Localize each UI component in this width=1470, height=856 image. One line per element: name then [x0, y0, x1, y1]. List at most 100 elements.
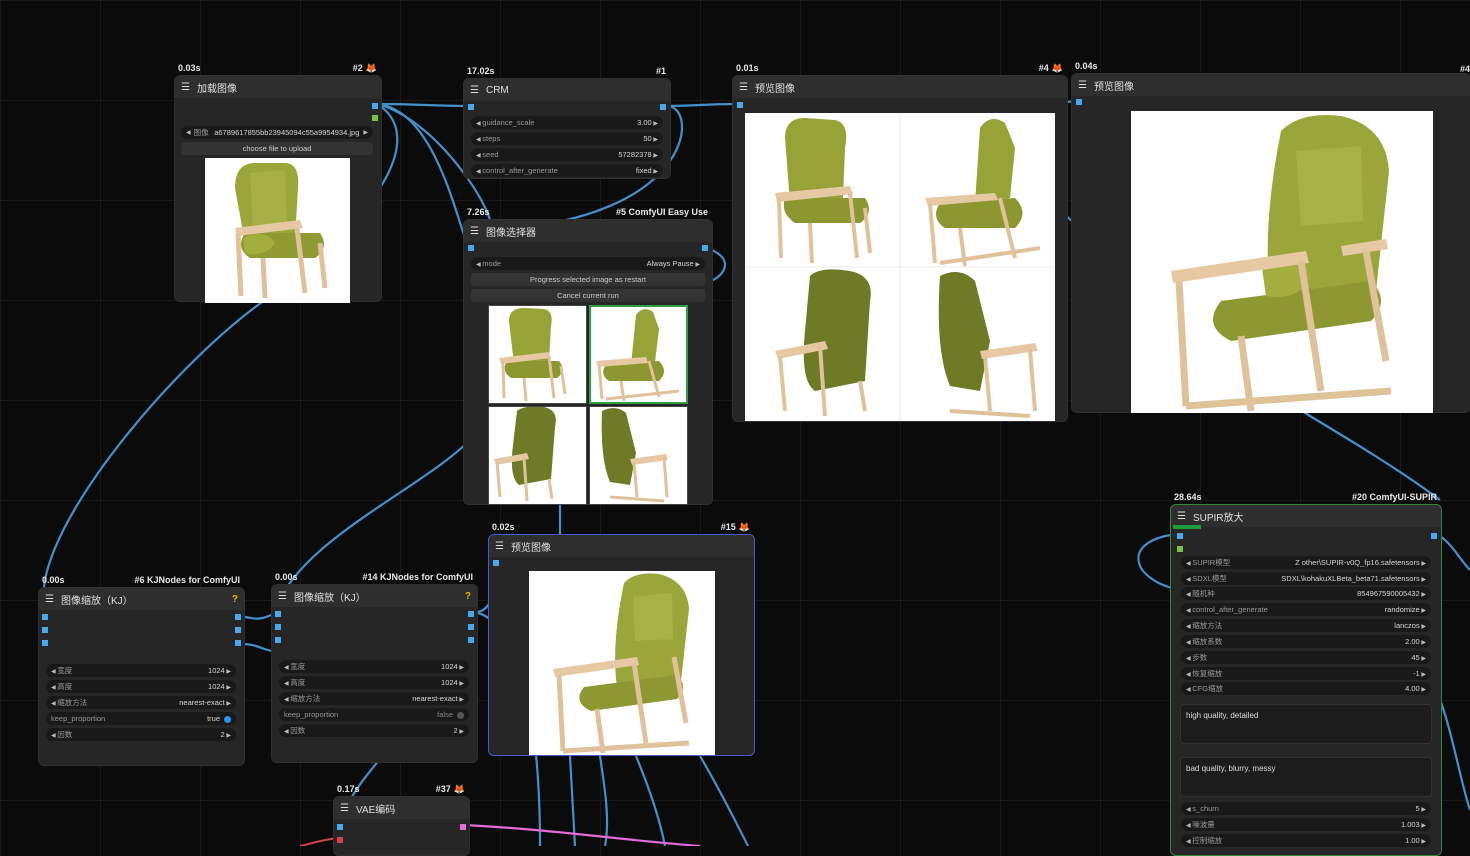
arrow-right-icon[interactable]: ▶	[1420, 640, 1426, 646]
width-widget[interactable]: ◀ 宽度 1024 ▶	[279, 660, 469, 673]
output-port-width[interactable]	[235, 627, 241, 633]
arrow-right-icon[interactable]: ▶	[1420, 608, 1426, 614]
output-port-height[interactable]	[468, 637, 474, 643]
preview-image-node-grid[interactable]: 0.01s #4 🦊 ☰ 预览图像	[732, 63, 1068, 422]
seed-widget[interactable]: ◀ 随机种 854967590005432 ▶	[1181, 587, 1431, 600]
arrow-right-icon[interactable]: ▶	[1420, 624, 1426, 630]
help-icon[interactable]: ?	[465, 591, 471, 602]
load-image-node[interactable]: 0.03s #2 🦊 ☰ 加载图像 ◀ 图像 a6789617855bb23945…	[174, 63, 382, 303]
node-header[interactable]: ☰ 加载图像	[175, 76, 381, 98]
upscale-method-widget[interactable]: ◀ 缩放方法 nearest-exact ▶	[46, 696, 236, 709]
hamburger-menu-icon[interactable]: ☰	[1078, 80, 1087, 91]
node-header[interactable]: ☰ 预览图像	[1072, 74, 1470, 96]
hamburger-menu-icon[interactable]: ☰	[278, 591, 287, 602]
output-port-images[interactable]	[702, 245, 708, 251]
cancel-run-button[interactable]: Cancel current run	[471, 289, 705, 302]
node-header[interactable]: ☰ 图像选择器	[464, 220, 712, 242]
hamburger-menu-icon[interactable]: ☰	[340, 803, 349, 814]
input-port-3[interactable]	[275, 637, 281, 643]
arrow-right-icon[interactable]: ▶	[458, 697, 464, 703]
arrow-right-icon[interactable]: ▶	[1420, 592, 1426, 598]
input-port-pixels[interactable]	[337, 824, 343, 830]
hamburger-menu-icon[interactable]: ☰	[739, 82, 748, 93]
hamburger-menu-icon[interactable]: ☰	[1177, 511, 1186, 522]
hamburger-menu-icon[interactable]: ☰	[45, 594, 54, 605]
arrow-right-icon[interactable]: ▶	[1420, 577, 1426, 583]
arrow-right-icon[interactable]: ▶	[363, 129, 368, 136]
control-after-generate-widget[interactable]: ◀ control_after_generate randomize ▶	[1181, 603, 1431, 616]
arrow-right-icon[interactable]: ▶	[652, 153, 658, 159]
input-port-2[interactable]	[275, 624, 281, 630]
width-widget[interactable]: ◀ 宽度 1024 ▶	[46, 664, 236, 677]
arrow-right-icon[interactable]: ▶	[225, 701, 231, 707]
output-port-mask[interactable]	[372, 115, 378, 121]
seed-widget[interactable]: ◀ seed 57282378 ▶	[471, 148, 663, 161]
input-port-image[interactable]	[468, 104, 474, 110]
arrow-right-icon[interactable]: ▶	[652, 121, 658, 127]
arrow-right-icon[interactable]: ▶	[458, 729, 464, 735]
hamburger-menu-icon[interactable]: ☰	[181, 82, 190, 93]
guidance-scale-widget[interactable]: ◀ guidance_scale 3.00 ▶	[471, 116, 663, 129]
arrow-right-icon[interactable]: ▶	[1420, 656, 1426, 662]
positive-prompt-textarea[interactable]: high quality, detailed	[1180, 704, 1432, 744]
input-port-2[interactable]	[42, 627, 48, 633]
arrow-right-icon[interactable]: ▶	[458, 681, 464, 687]
height-widget[interactable]: ◀ 高度 1024 ▶	[279, 676, 469, 689]
input-port-images[interactable]	[737, 102, 743, 108]
preview-image-node-large[interactable]: 0.04s ☰ 预览图像	[1071, 61, 1470, 413]
toggle-off-icon[interactable]	[457, 711, 464, 719]
sdxl-model-widget[interactable]: ◀ SDXL模型 SDXL\kohakuXLBeta_beta71.safete…	[1181, 572, 1431, 585]
output-port-width[interactable]	[468, 624, 474, 630]
mode-combo[interactable]: ◀ mode Always Pause ▶	[471, 257, 705, 270]
toggle-on-icon[interactable]	[224, 715, 231, 723]
steps-widget[interactable]: ◀ 步数 45 ▶	[1181, 651, 1431, 664]
keep-proportion-toggle[interactable]: keep_proportion false	[279, 708, 469, 721]
arrow-right-icon[interactable]: ▶	[1420, 807, 1426, 813]
arrow-right-icon[interactable]: ▶	[1420, 839, 1426, 845]
s-churn-widget[interactable]: ◀ s_churn 5 ▶	[1181, 802, 1431, 815]
hamburger-menu-icon[interactable]: ☰	[470, 85, 479, 96]
selector-thumb-3[interactable]	[488, 406, 587, 505]
steps-widget[interactable]: ◀ steps 50 ▶	[471, 132, 663, 145]
arrow-right-icon[interactable]: ▶	[1420, 561, 1426, 567]
arrow-right-icon[interactable]: ▶	[652, 169, 658, 175]
noise-amount-widget[interactable]: ◀ 噪波量 1.003 ▶	[1181, 818, 1431, 831]
supir-model-widget[interactable]: ◀ SUPIR模型 Z other\SUPIR-v0Q_fp16.safeten…	[1181, 556, 1431, 569]
scale-factor-widget[interactable]: ◀ 缩放系数 2.00 ▶	[1181, 635, 1431, 648]
control-after-generate-widget[interactable]: ◀ control_after_generate fixed ▶	[471, 164, 663, 177]
output-port-image[interactable]	[468, 611, 474, 617]
input-port-mask[interactable]	[1177, 546, 1183, 552]
help-icon[interactable]: ?	[232, 594, 238, 605]
arrow-right-icon[interactable]: ▶	[1420, 687, 1426, 693]
node-header[interactable]: ☰ 预览图像	[489, 535, 754, 557]
arrow-right-icon[interactable]: ▶	[225, 733, 231, 739]
output-port-image[interactable]	[235, 614, 241, 620]
hamburger-menu-icon[interactable]: ☰	[470, 226, 479, 237]
node-header[interactable]: ☰ VAE编码	[334, 797, 469, 819]
arrow-right-icon[interactable]: ▶	[1420, 823, 1426, 829]
input-port-image[interactable]	[275, 611, 281, 617]
node-header[interactable]: ☰ 预览图像	[733, 76, 1067, 98]
output-port-latent[interactable]	[460, 824, 466, 830]
restore-scale-widget[interactable]: ◀ 恢复缩放 -1 ▶	[1181, 667, 1431, 680]
arrow-right-icon[interactable]: ▶	[652, 137, 658, 143]
output-port-images[interactable]	[660, 104, 666, 110]
negative-prompt-textarea[interactable]: bad quality, blurry, messy	[1180, 757, 1432, 797]
node-header[interactable]: ☰ 图像缩放（KJ） ?	[39, 588, 244, 610]
image-resize-node-14[interactable]: 0.00s #14 KJNodes for ComfyUI ☰ 图像缩放（KJ）…	[271, 572, 478, 763]
cfg-scale-widget[interactable]: ◀ CFG缩放 4.00 ▶	[1181, 682, 1431, 695]
image-filename-combo[interactable]: ◀ 图像 a6789617855bb23945094c55a9954934.jp…	[181, 126, 373, 139]
upscale-method-widget[interactable]: ◀ 缩放方法 nearest-exact ▶	[279, 692, 469, 705]
divisible-by-widget[interactable]: ◀ 因数 2 ▶	[46, 728, 236, 741]
input-port-images[interactable]	[468, 245, 474, 251]
input-port-3[interactable]	[42, 640, 48, 646]
selector-thumb-4[interactable]	[589, 406, 688, 505]
input-port-vae[interactable]	[337, 837, 343, 843]
height-widget[interactable]: ◀ 高度 1024 ▶	[46, 680, 236, 693]
keep-proportion-toggle[interactable]: keep_proportion true	[46, 712, 236, 725]
input-port-images[interactable]	[493, 560, 499, 566]
choose-file-button[interactable]: choose file to upload	[181, 142, 373, 155]
supir-upscale-node[interactable]: 28.64s #20 ComfyUI-SUPIR ☰ SUPIR放大 ◀ SUP…	[1170, 492, 1442, 856]
image-resize-node-6[interactable]: 0.00s #6 KJNodes for ComfyUI ☰ 图像缩放（KJ） …	[38, 575, 245, 766]
progress-selected-button[interactable]: Progress selected image as restart	[471, 273, 705, 286]
